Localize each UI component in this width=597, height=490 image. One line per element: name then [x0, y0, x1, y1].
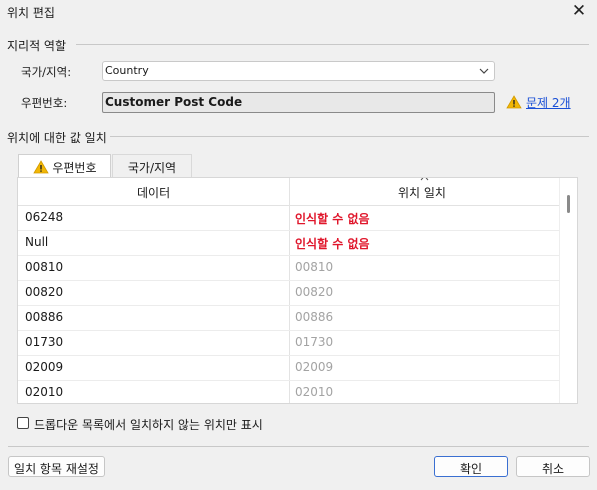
- match-cell[interactable]: 01730: [295, 335, 333, 349]
- data-cell: 01730: [25, 335, 64, 349]
- section-divider: [76, 44, 589, 45]
- match-cell[interactable]: 02010: [295, 385, 333, 399]
- match-cell[interactable]: 00810: [295, 260, 333, 274]
- unmatched-only-label[interactable]: 드롭다운 목록에서 일치하지 않는 위치만 표시: [34, 416, 263, 433]
- postcode-field-value: Customer Post Code: [105, 95, 243, 109]
- country-label: 국가/지역:: [21, 65, 72, 79]
- match-table: 데이터 위치 일치 06248 인식할 수 없음 Null 인식할 수 없음 0…: [17, 177, 578, 404]
- geo-role-section-title: 지리적 역할: [7, 39, 67, 53]
- reset-matches-button[interactable]: 일치 항목 재설정: [8, 456, 105, 477]
- ok-button[interactable]: 확인: [434, 456, 508, 477]
- match-cell[interactable]: 00820: [295, 285, 333, 299]
- chevron-down-icon: [478, 62, 490, 83]
- match-cell[interactable]: 인식할 수 없음: [295, 235, 370, 252]
- cancel-button[interactable]: 취소: [516, 456, 590, 477]
- data-cell: 02009: [25, 360, 64, 374]
- table-row[interactable]: 00820 00820: [18, 280, 561, 306]
- table-row[interactable]: Null 인식할 수 없음: [18, 230, 561, 256]
- data-cell: Null: [25, 235, 49, 249]
- tab-label: 우편번호: [52, 161, 97, 175]
- postcode-label: 우편번호:: [21, 96, 68, 110]
- tab-label: 국가/지역: [127, 161, 177, 175]
- scrollbar-thumb[interactable]: [567, 195, 570, 213]
- table-row[interactable]: 02009 02009: [18, 355, 561, 381]
- match-cell[interactable]: 인식할 수 없음: [295, 210, 370, 227]
- data-cell: 00810: [25, 260, 64, 274]
- match-cell[interactable]: 02009: [295, 360, 333, 374]
- section-divider: [110, 136, 589, 137]
- table-row[interactable]: 02010 02010: [18, 380, 561, 403]
- data-cell: 02010: [25, 385, 64, 399]
- unmatched-only-checkbox[interactable]: [17, 417, 29, 429]
- tab-country[interactable]: 국가/지역: [112, 154, 192, 178]
- tab-postcode[interactable]: 우편번호: [18, 154, 111, 178]
- warning-icon: [506, 95, 522, 110]
- column-header-data[interactable]: 데이터: [137, 184, 170, 201]
- match-cell[interactable]: 00886: [295, 310, 333, 324]
- data-cell: 00886: [25, 310, 64, 324]
- close-icon[interactable]: ✕: [569, 1, 589, 21]
- country-dropdown-value: Country: [105, 64, 149, 77]
- sort-up-icon: [420, 178, 429, 187]
- match-section-title: 위치에 대한 값 일치: [7, 131, 107, 145]
- warning-icon: [32, 160, 53, 175]
- vertical-scrollbar[interactable]: [559, 178, 577, 403]
- data-cell: 00820: [25, 285, 64, 299]
- country-dropdown[interactable]: Country: [102, 61, 495, 81]
- postcode-field: Customer Post Code: [102, 92, 495, 113]
- table-row[interactable]: 00810 00810: [18, 255, 561, 281]
- data-cell: 06248: [25, 210, 64, 224]
- issues-link[interactable]: 문제 2개: [526, 94, 571, 111]
- window-title: 위치 편집: [7, 6, 55, 20]
- table-row[interactable]: 06248 인식할 수 없음: [18, 205, 561, 231]
- table-row[interactable]: 00886 00886: [18, 305, 561, 331]
- footer-divider: [8, 446, 589, 447]
- table-row[interactable]: 01730 01730: [18, 330, 561, 356]
